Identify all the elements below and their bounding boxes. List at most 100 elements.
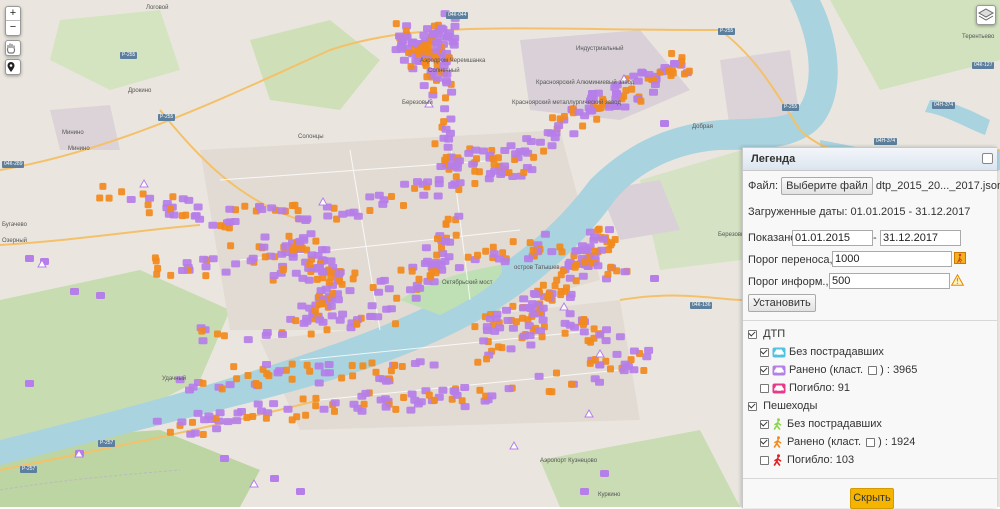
pedestrian-accident-marker[interactable] [397, 266, 405, 274]
zoom-in-button[interactable]: + [6, 7, 20, 21]
pedestrian-accident-marker[interactable] [529, 246, 537, 254]
pedestrian-accident-marker[interactable] [292, 317, 300, 325]
car-accident-marker[interactable] [565, 321, 575, 329]
pedestrian-accident-marker[interactable] [311, 306, 319, 314]
pedestrian-accident-marker[interactable] [411, 184, 419, 192]
pedestrian-accident-marker[interactable] [285, 232, 293, 240]
pedestrian-accident-marker[interactable] [637, 97, 645, 105]
pedestrian-accident-marker[interactable] [349, 275, 357, 283]
pedestrian-accident-marker[interactable] [198, 327, 206, 335]
dtp-item-checkbox[interactable] [760, 365, 769, 375]
car-accident-marker[interactable] [327, 312, 337, 320]
pedestrian-accident-marker[interactable] [331, 407, 338, 415]
pedestrian-accident-marker[interactable] [312, 394, 320, 402]
pedestrian-accident-marker[interactable] [99, 182, 107, 190]
pedestrian-accident-marker[interactable] [545, 388, 553, 395]
car-accident-marker[interactable] [357, 407, 367, 415]
car-accident-marker[interactable] [220, 455, 229, 462]
car-accident-marker[interactable] [423, 178, 433, 186]
car-accident-marker[interactable] [519, 295, 529, 303]
pedestrian-accident-marker[interactable] [145, 209, 153, 217]
car-accident-marker[interactable] [460, 384, 470, 391]
car-accident-marker[interactable] [629, 347, 639, 355]
car-accident-marker[interactable] [450, 22, 460, 30]
dtp-item-checkbox[interactable] [760, 383, 769, 393]
pedestrian-accident-marker[interactable] [499, 249, 507, 257]
pedestrian-accident-marker[interactable] [475, 168, 483, 176]
shown-from-input[interactable]: 01.01.2015 [792, 230, 873, 246]
car-accident-marker[interactable] [436, 163, 446, 170]
car-accident-marker[interactable] [221, 268, 231, 276]
pedestrian-accident-marker[interactable] [431, 140, 439, 148]
inform-threshold-input[interactable]: 500 [829, 273, 950, 289]
pedestrian-accident-marker[interactable] [265, 372, 273, 380]
pedestrian-accident-marker[interactable] [572, 277, 580, 285]
car-accident-marker[interactable] [438, 25, 448, 33]
car-accident-marker[interactable] [454, 157, 464, 165]
pedestrian-accident-marker[interactable] [590, 325, 598, 333]
pedestrian-accident-marker[interactable] [289, 246, 297, 254]
car-accident-marker[interactable] [449, 41, 459, 49]
car-accident-marker[interactable] [535, 138, 545, 146]
car-accident-marker[interactable] [620, 268, 630, 276]
car-accident-marker[interactable] [500, 258, 510, 266]
car-accident-marker[interactable] [574, 108, 584, 116]
car-accident-marker[interactable] [278, 331, 287, 338]
pedestrian-accident-marker[interactable] [530, 153, 538, 161]
car-accident-marker[interactable] [283, 405, 293, 413]
car-accident-marker[interactable] [536, 327, 545, 335]
car-accident-marker[interactable] [406, 286, 415, 294]
pedestrian-accident-marker[interactable] [483, 355, 491, 363]
car-accident-marker[interactable] [612, 350, 622, 358]
car-accident-marker[interactable] [288, 253, 298, 261]
car-accident-marker[interactable] [257, 206, 267, 213]
car-accident-marker[interactable] [441, 125, 451, 133]
pedestrian-accident-marker[interactable] [430, 86, 437, 94]
car-accident-marker[interactable] [376, 277, 386, 285]
pedestrian-accident-marker[interactable] [471, 323, 479, 331]
car-accident-marker[interactable] [231, 260, 241, 268]
pedestrian-accident-marker[interactable] [628, 85, 636, 93]
car-accident-marker[interactable] [381, 403, 391, 411]
pedestrian-accident-marker[interactable] [584, 337, 592, 345]
pedestrian-accident-marker[interactable] [520, 169, 528, 176]
pedestrian-accident-marker[interactable] [312, 237, 320, 245]
car-accident-marker[interactable] [314, 362, 324, 370]
pedestrian-accident-marker[interactable] [255, 381, 263, 389]
pedestrian-accident-marker[interactable] [512, 318, 520, 326]
pedestrian-accident-marker[interactable] [166, 428, 174, 436]
car-accident-marker[interactable] [547, 248, 557, 256]
pedestrian-accident-marker[interactable] [568, 380, 575, 388]
pedestrian-accident-marker[interactable] [400, 202, 407, 209]
pedestrian-accident-marker[interactable] [640, 367, 648, 374]
car-accident-marker[interactable] [184, 196, 194, 204]
car-accident-marker[interactable] [306, 230, 316, 238]
pedestrian-accident-marker[interactable] [349, 372, 357, 380]
car-accident-marker[interactable] [504, 385, 514, 393]
pedestrian-accident-marker[interactable] [392, 320, 399, 328]
car-accident-marker[interactable] [554, 122, 564, 130]
car-accident-marker[interactable] [177, 418, 187, 426]
car-accident-marker[interactable] [185, 386, 194, 394]
pedestrian-accident-marker[interactable] [105, 194, 113, 202]
car-accident-marker[interactable] [96, 292, 105, 299]
pedestrian-accident-marker[interactable] [604, 271, 612, 278]
pedestrian-accident-marker[interactable] [220, 332, 228, 340]
warning-marker[interactable] [595, 348, 605, 358]
pedestrian-accident-marker[interactable] [476, 386, 484, 394]
car-accident-marker[interactable] [367, 302, 377, 310]
car-accident-marker[interactable] [580, 488, 589, 495]
pedestrian-accident-marker[interactable] [318, 300, 326, 307]
pedestrian-accident-marker[interactable] [169, 193, 177, 201]
car-accident-marker[interactable] [454, 264, 464, 272]
pedestrian-accident-marker[interactable] [151, 254, 159, 262]
car-accident-marker[interactable] [269, 400, 279, 408]
car-accident-marker[interactable] [319, 405, 329, 413]
car-accident-marker[interactable] [565, 310, 575, 318]
pedestrian-accident-marker[interactable] [312, 402, 320, 410]
pedestrian-accident-marker[interactable] [244, 372, 252, 379]
car-accident-marker[interactable] [152, 417, 162, 425]
car-accident-marker[interactable] [500, 162, 510, 170]
car-accident-marker[interactable] [334, 270, 344, 278]
car-accident-marker[interactable] [326, 302, 336, 310]
